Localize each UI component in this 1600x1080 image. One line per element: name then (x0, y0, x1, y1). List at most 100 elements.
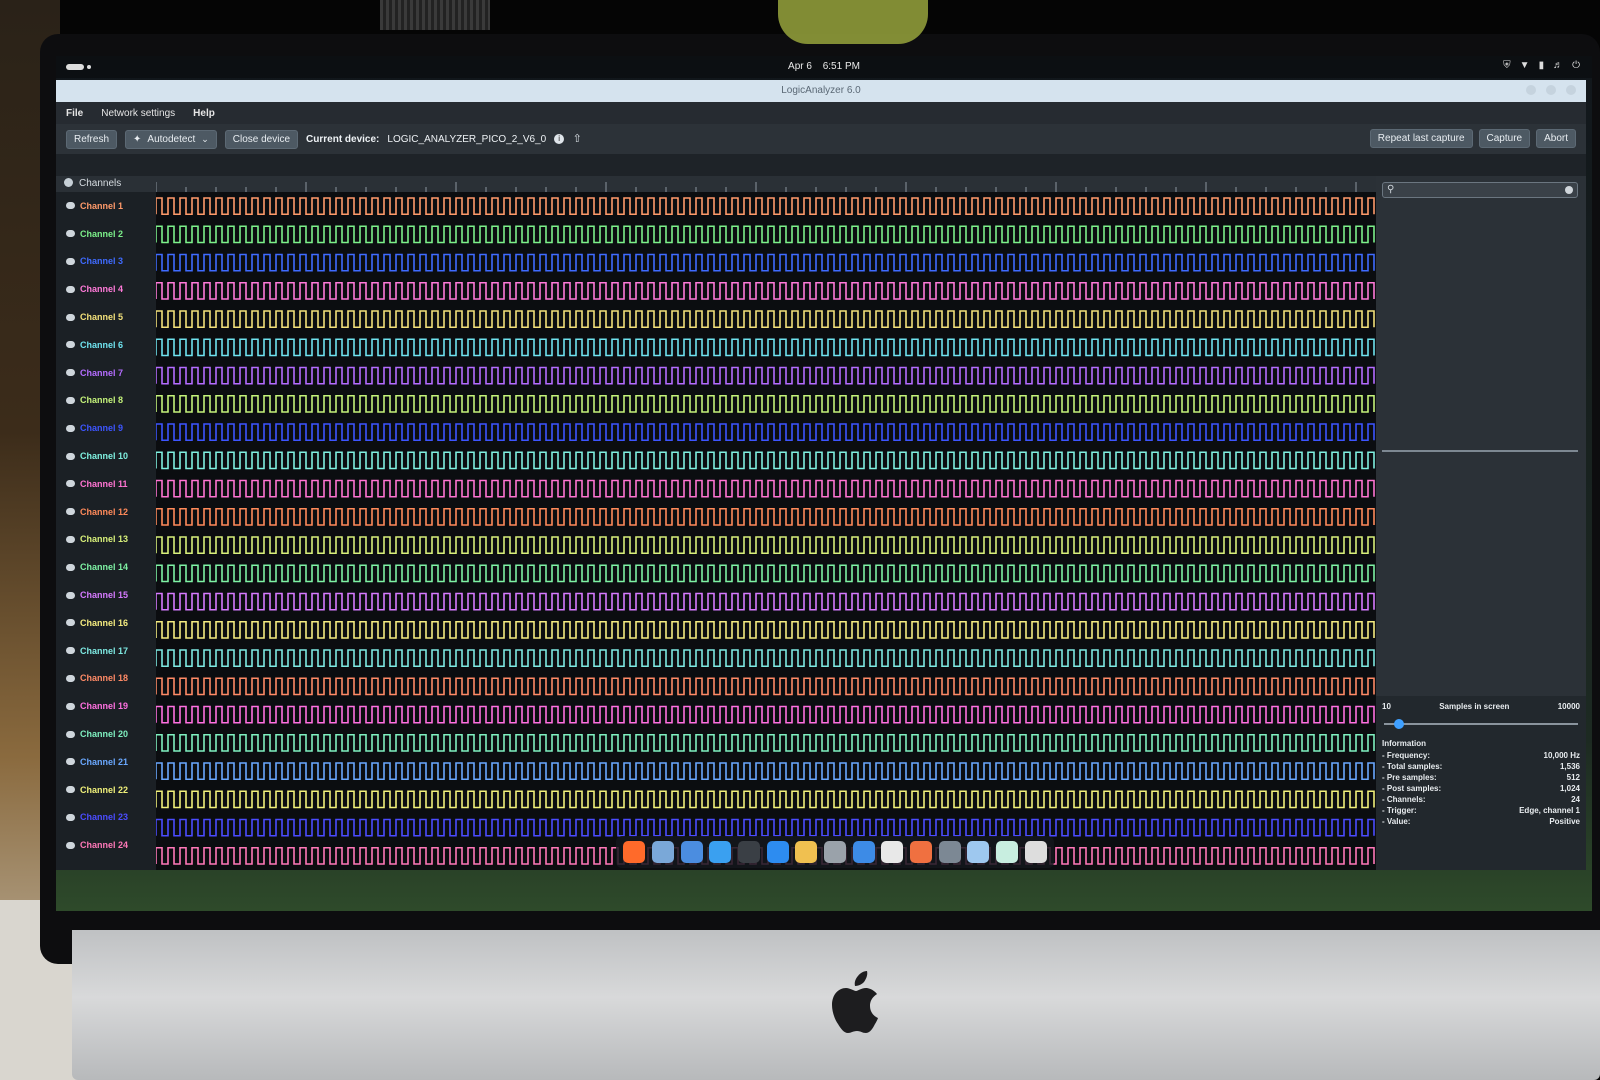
visibility-icon[interactable] (66, 535, 75, 543)
photos-icon[interactable] (881, 841, 904, 863)
visibility-icon[interactable] (66, 730, 75, 738)
visibility-icon[interactable] (66, 591, 75, 599)
channel-label: Channel 9 (80, 423, 124, 434)
channel-row[interactable]: Channel 8 (56, 387, 156, 415)
maximize-button[interactable] (1546, 85, 1556, 95)
channel-row[interactable]: Channel 10 (56, 442, 156, 470)
tweaks-icon[interactable] (995, 841, 1018, 863)
visibility-icon[interactable] (66, 813, 75, 821)
browser-icon[interactable] (766, 841, 789, 863)
waveform-channel-12 (156, 507, 1375, 526)
channel-row[interactable]: Channel 2 (56, 220, 156, 248)
abort-button[interactable]: Abort (1536, 129, 1576, 148)
store-icon[interactable] (909, 841, 932, 863)
channel-row[interactable]: Channel 4 (56, 275, 156, 303)
capture-button[interactable]: Capture (1478, 129, 1531, 148)
visibility-icon[interactable] (66, 758, 75, 766)
channel-row[interactable]: Channel 3 (56, 248, 156, 276)
close-button[interactable] (1566, 85, 1576, 95)
channel-row[interactable]: Channel 5 (56, 303, 156, 331)
channel-row[interactable]: Channel 24 (56, 831, 156, 859)
visibility-icon[interactable] (66, 702, 75, 710)
samples-slider[interactable] (1384, 719, 1578, 729)
waveform-channel-8 (156, 394, 1375, 413)
power-icon[interactable]: ⏻ (1572, 60, 1580, 71)
volume-icon[interactable]: ♬ (1553, 60, 1563, 71)
visibility-icon[interactable] (66, 369, 75, 377)
visibility-icon[interactable] (66, 619, 75, 627)
close-device-button[interactable]: Close device (224, 129, 299, 149)
channel-row[interactable]: Channel 14 (56, 553, 156, 581)
visibility-icon[interactable] (66, 480, 75, 488)
channel-row[interactable]: Channel 12 (56, 498, 156, 526)
help-icon[interactable] (709, 841, 732, 863)
visibility-icon[interactable] (66, 508, 75, 516)
channel-row[interactable]: Channel 17 (56, 637, 156, 665)
eye-icon[interactable] (64, 178, 73, 187)
visibility-icon[interactable] (66, 424, 75, 432)
menu-file[interactable]: File (66, 108, 83, 119)
channel-row[interactable]: Channel 20 (56, 720, 156, 748)
visibility-icon[interactable] (66, 563, 75, 571)
channel-row[interactable]: Channel 23 (56, 804, 156, 832)
wifi-icon[interactable]: ▼ (1520, 60, 1530, 71)
waveform-channel-22 (156, 790, 1375, 809)
clock[interactable]: Apr 6 6:51 PM (56, 61, 1592, 72)
timeline-ruler[interactable] (156, 176, 1376, 192)
channel-row[interactable]: Channel 9 (56, 414, 156, 442)
files-icon[interactable] (651, 841, 674, 863)
visibility-icon[interactable] (66, 202, 75, 210)
visibility-icon[interactable] (66, 230, 75, 238)
repeat-capture-button[interactable]: Repeat last capture (1369, 129, 1473, 148)
visibility-icon[interactable] (66, 841, 75, 849)
channel-row[interactable]: Channel 19 (56, 692, 156, 720)
visibility-icon[interactable] (66, 786, 75, 794)
channel-row[interactable]: Channel 7 (56, 359, 156, 387)
visibility-icon[interactable] (66, 313, 75, 321)
clear-search-icon[interactable] (1565, 186, 1573, 194)
visibility-icon[interactable] (66, 396, 75, 404)
channel-row[interactable]: Channel 11 (56, 470, 156, 498)
channel-row[interactable]: Channel 18 (56, 665, 156, 693)
calendar-icon[interactable] (680, 841, 703, 863)
firefox-icon[interactable] (623, 841, 646, 863)
refresh-button[interactable]: Refresh (66, 129, 118, 149)
slider-thumb[interactable] (1394, 719, 1404, 729)
waveform-channel-19 (156, 705, 1375, 724)
visibility-icon[interactable] (66, 341, 75, 349)
date-text: Apr 6 (788, 61, 812, 72)
waveform-area[interactable] (156, 192, 1376, 870)
channel-label: Channel 3 (80, 256, 124, 267)
visibility-icon[interactable] (66, 647, 75, 655)
visibility-icon[interactable] (66, 285, 75, 293)
autodetect-dropdown[interactable]: ✦ Autodetect ⌄ (125, 129, 217, 149)
cloud-icon[interactable] (852, 841, 875, 863)
visibility-icon[interactable] (66, 257, 75, 265)
archive-icon[interactable] (795, 841, 818, 863)
visibility-icon[interactable] (66, 452, 75, 460)
waveform-channel-15 (156, 592, 1375, 611)
device-settings-icon[interactable]: ⇧ (572, 134, 582, 145)
battery-icon[interactable]: ▮ (1539, 60, 1545, 71)
minimize-button[interactable] (1526, 85, 1536, 95)
channel-row[interactable]: Channel 22 (56, 776, 156, 804)
visibility-icon[interactable] (66, 674, 75, 682)
channel-row[interactable]: Channel 16 (56, 609, 156, 637)
channel-row[interactable]: Channel 13 (56, 526, 156, 554)
shield-icon[interactable]: ⛨ (1503, 60, 1511, 71)
system-icon[interactable] (1024, 841, 1047, 863)
menu-network-settings[interactable]: Network settings (101, 108, 175, 119)
channel-row[interactable]: Channel 21 (56, 748, 156, 776)
channel-row[interactable]: Channel 15 (56, 581, 156, 609)
channel-row[interactable]: Channel 6 (56, 331, 156, 359)
terminal-icon[interactable] (737, 841, 760, 863)
logicanalyzer-icon[interactable] (938, 841, 961, 863)
menu-help[interactable]: Help (193, 108, 215, 119)
device-info-icon[interactable]: i (554, 134, 565, 144)
panel-splitter[interactable] (1382, 450, 1578, 452)
settings-icon[interactable] (967, 841, 990, 863)
search-box[interactable]: ⚲ (1382, 182, 1578, 198)
appcenter-icon[interactable] (823, 841, 846, 863)
channel-label: Channel 14 (80, 562, 129, 573)
channel-row[interactable]: Channel 1 (56, 192, 156, 220)
